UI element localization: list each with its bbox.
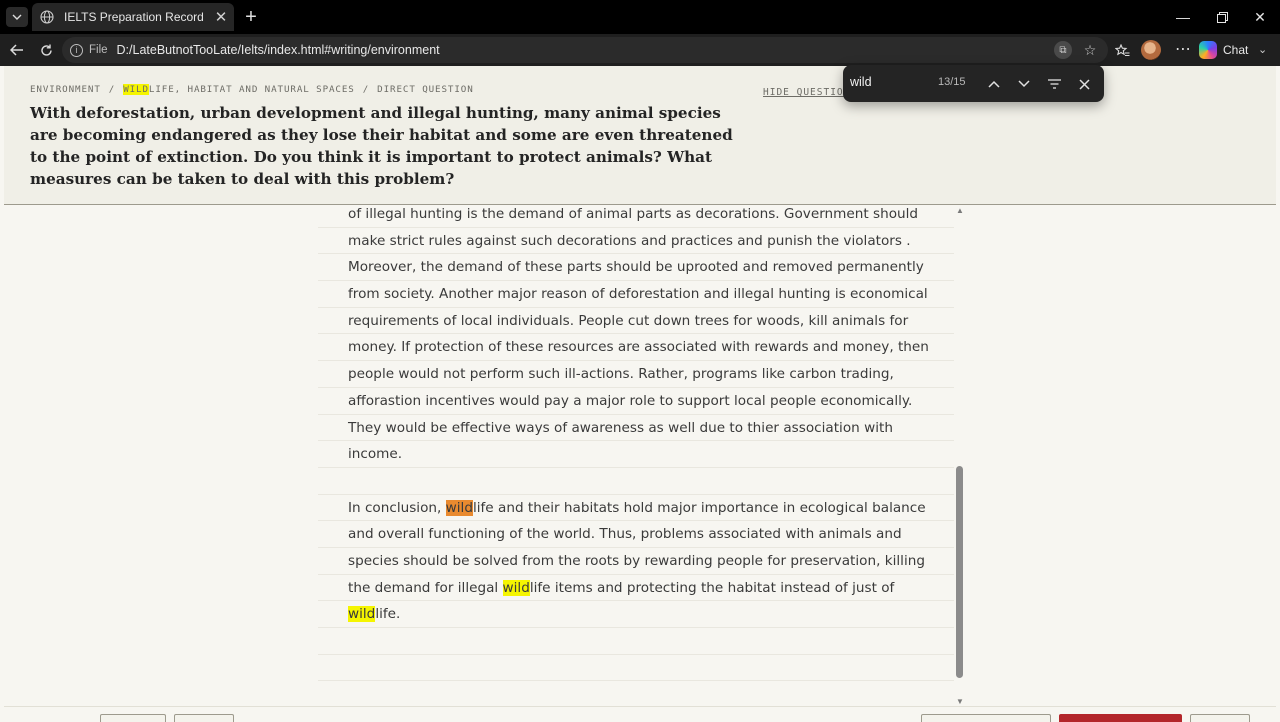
new-tab-button[interactable]: + <box>240 6 262 28</box>
copilot-icon <box>1199 41 1217 59</box>
footer-divider <box>4 706 1276 707</box>
active-tab[interactable]: IELTS Preparation Record ✕ <box>32 3 234 31</box>
more-options-icon[interactable]: ⋯ <box>1172 39 1194 61</box>
info-icon[interactable]: i <box>70 43 83 57</box>
find-on-page-bar: wild 13/15 <box>843 65 1104 102</box>
essay-text: life items and protecting the habitat in… <box>529 579 895 596</box>
address-toolbar: i File D:/LateButnotTooLate/Ielts/index.… <box>0 34 1280 66</box>
scroll-up-arrow-icon[interactable]: ▲ <box>956 206 964 215</box>
footer-button[interactable] <box>174 714 234 722</box>
essay-line: species should be solved from the roots … <box>318 548 954 575</box>
minimize-icon[interactable]: — <box>1163 0 1203 34</box>
find-input[interactable]: wild <box>850 75 872 89</box>
chevron-down-icon <box>12 14 22 20</box>
breadcrumb-question-type: DIRECT QUESTION <box>377 84 474 95</box>
essay-line: money. If protection of these resources … <box>318 334 954 362</box>
essay-scrollbar[interactable]: ▲ ▼ <box>954 206 966 706</box>
scrollbar-thumb[interactable] <box>956 466 963 678</box>
maximize-icon[interactable] <box>1202 0 1242 34</box>
primary-footer-button[interactable] <box>1059 714 1182 722</box>
url-text[interactable]: D:/LateButnotTooLate/Ielts/index.html#wr… <box>117 43 440 57</box>
url-field[interactable]: i File D:/LateButnotTooLate/Ielts/index.… <box>62 37 1108 63</box>
essay-text-area[interactable]: of illegal hunting is the demand of anim… <box>318 206 954 704</box>
footer-button[interactable] <box>100 714 166 722</box>
essay-line: wildlife. <box>318 601 954 628</box>
back-arrow-icon[interactable] <box>6 39 28 61</box>
close-tab-icon[interactable]: ✕ <box>208 8 234 26</box>
close-find-icon[interactable] <box>1073 73 1095 95</box>
essay-line: from society. Another major reason of de… <box>318 281 954 308</box>
globe-icon <box>40 10 54 24</box>
url-scheme-label: File <box>89 44 108 56</box>
favorites-list-icon[interactable] <box>1111 39 1133 61</box>
browser-tab-bar: IELTS Preparation Record ✕ + — ✕ <box>0 0 1280 34</box>
essay-line: people would not perform such ill-action… <box>318 361 954 388</box>
breadcrumb-separator: / <box>108 84 116 95</box>
essay-line: afforastion incentives would pay a major… <box>318 388 954 415</box>
tab-actions-menu-button[interactable] <box>6 7 28 27</box>
find-match-highlight: wild <box>348 606 376 623</box>
chat-label: Chat <box>1223 43 1249 57</box>
hide-question-link[interactable]: HIDE QUESTION <box>763 87 850 98</box>
question-prompt: With deforestation, urban development an… <box>30 104 733 188</box>
essay-line: income. <box>318 441 954 468</box>
find-options-filter-icon[interactable] <box>1043 73 1065 95</box>
essay-line: Moreover, the demand of these parts shou… <box>318 254 954 282</box>
essay-text: life. <box>375 606 401 623</box>
current-find-match-highlight: wild <box>445 499 473 516</box>
essay-blank-line <box>318 468 954 495</box>
find-match-highlight: WILD <box>123 84 149 95</box>
find-match-highlight: wild <box>502 579 530 596</box>
footer-button[interactable] <box>1190 714 1250 722</box>
footer-button[interactable] <box>921 714 1051 722</box>
essay-line: of illegal hunting is the demand of anim… <box>318 206 954 228</box>
essay-line: and overall functioning of the world. Th… <box>318 521 954 548</box>
close-window-icon[interactable]: ✕ <box>1240 0 1280 34</box>
essay-line: the demand for illegal wildlife items an… <box>318 575 954 602</box>
find-match-count: 13/15 <box>938 76 966 88</box>
essay-blank-line <box>318 655 954 682</box>
essay-text: life and their habitats hold major impor… <box>472 499 926 516</box>
breadcrumb: ENVIRONMENT / WILDLIFE, HABITAT AND NATURA… <box>30 84 474 95</box>
essay-line: requirements of local individuals. Peopl… <box>318 308 954 335</box>
breadcrumb-topic[interactable]: LIFE, HABITAT AND NATURAL SPACES <box>149 84 355 95</box>
next-match-icon[interactable] <box>1013 73 1035 95</box>
essay-text: the demand for illegal <box>348 579 503 596</box>
chat-button[interactable]: Chat <box>1199 40 1248 60</box>
previous-match-icon[interactable] <box>983 73 1005 95</box>
page-content: ENVIRONMENT / WILDLIFE, HABITAT AND NATURA… <box>4 66 1276 722</box>
essay-line: They would be effective ways of awarenes… <box>318 415 954 442</box>
breadcrumb-separator: / <box>362 84 370 95</box>
chevron-down-icon[interactable]: ⌄ <box>1258 43 1267 56</box>
favorite-star-icon[interactable]: ☆ <box>1080 40 1100 60</box>
profile-avatar[interactable] <box>1141 40 1161 60</box>
refresh-icon[interactable] <box>35 39 57 61</box>
app-available-icon[interactable]: ⧉ <box>1054 41 1072 59</box>
tab-title: IELTS Preparation Record <box>64 10 204 24</box>
essay-blank-line <box>318 628 954 655</box>
essay-line: make strict rules against such decoratio… <box>318 228 954 255</box>
essay-line: In conclusion, wildlife and their habita… <box>318 495 954 522</box>
breadcrumb-environment[interactable]: ENVIRONMENT <box>30 84 101 95</box>
essay-text: In conclusion, <box>348 499 446 516</box>
scroll-down-arrow-icon[interactable]: ▼ <box>956 697 964 706</box>
